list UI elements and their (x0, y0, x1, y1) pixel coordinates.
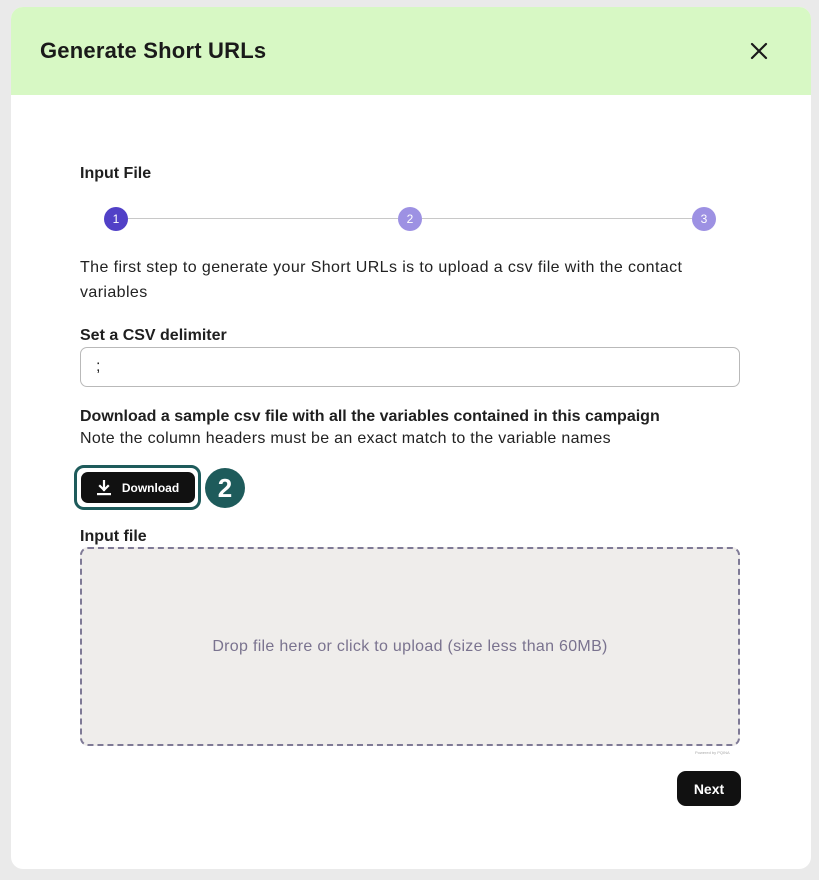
intro-text: The first step to generate your Short UR… (80, 259, 683, 301)
modal-header: Generate Short URLs (11, 7, 811, 95)
download-label: Download (121, 480, 180, 495)
close-icon (750, 42, 768, 60)
download-icon (96, 479, 111, 495)
step-section-title: Input File (80, 165, 152, 182)
stepper: 1 2 3 (104, 207, 716, 231)
download-highlight: Download (74, 465, 201, 510)
next-button[interactable]: Next (677, 771, 741, 806)
dropzone-text: Drop file here or click to upload (size … (212, 637, 608, 655)
stepper-line (422, 218, 692, 219)
sample-note: Note the column headers must be an exact… (80, 430, 611, 447)
stepper-line (128, 218, 398, 219)
input-file-label: Input file (80, 528, 147, 545)
powered-by-text: Powered by PQINA (695, 750, 730, 755)
delimiter-label: Set a CSV delimiter (80, 327, 227, 344)
step-2: 2 (398, 207, 422, 231)
step-1: 1 (104, 207, 128, 231)
close-button[interactable] (747, 39, 771, 63)
sample-title: Download a sample csv file with all the … (80, 408, 660, 425)
download-button[interactable]: Download (80, 472, 195, 503)
step-3: 3 (692, 207, 716, 231)
file-dropzone[interactable]: Drop file here or click to upload (size … (80, 547, 740, 746)
modal-title: Generate Short URLs (40, 38, 267, 63)
delimiter-input[interactable] (80, 347, 740, 387)
step-badge: 2 (205, 468, 245, 508)
generate-short-urls-modal: Generate Short URLs Input File 1 2 3 The… (11, 7, 811, 869)
